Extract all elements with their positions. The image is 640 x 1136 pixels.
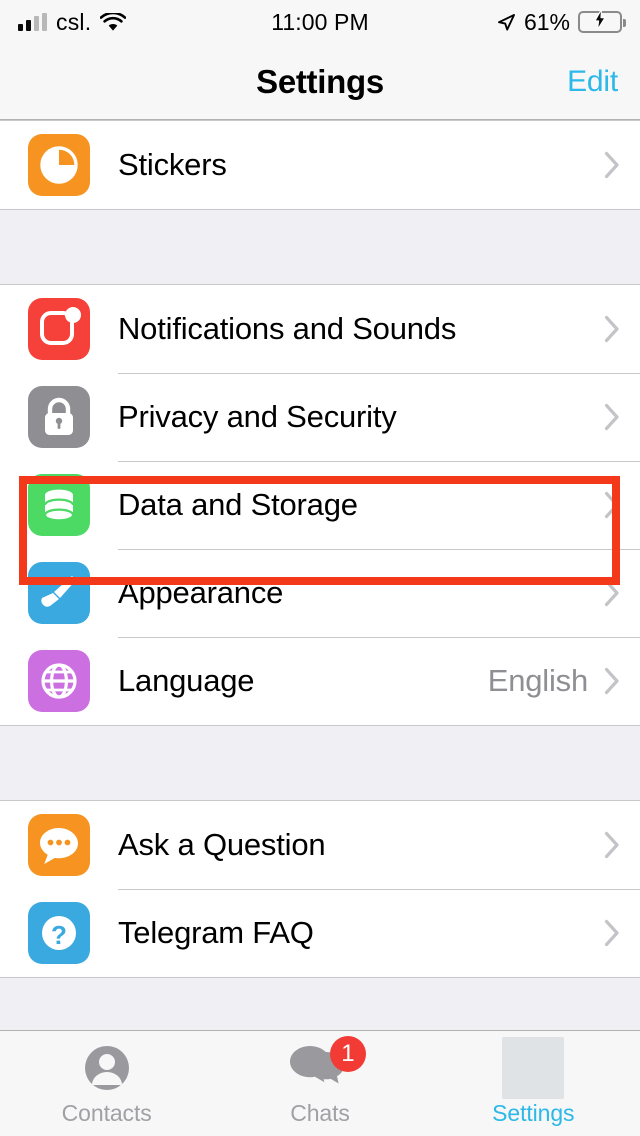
page-title: Settings	[256, 62, 384, 100]
settings-row-language[interactable]: Language English	[0, 637, 640, 725]
settings-row-label: Language	[118, 663, 255, 698]
chevron-right-icon	[604, 919, 620, 947]
tab-label: Chats	[290, 1100, 350, 1126]
location-arrow-icon	[496, 12, 516, 32]
tab-chats[interactable]: 1 Chats	[213, 1031, 426, 1136]
settings-icon-placeholder	[502, 1037, 565, 1099]
database-icon	[28, 474, 90, 536]
settings-row-value: English	[487, 663, 588, 698]
stickers-icon	[28, 134, 90, 196]
settings-row-label: Appearance	[118, 575, 284, 610]
settings-list[interactable]: Stickers Notifications and Sounds Privac…	[0, 120, 640, 1030]
chevron-right-icon	[604, 151, 620, 179]
settings-row-privacy-and-security[interactable]: Privacy and Security	[0, 373, 640, 461]
chat-bubbles-icon: 1	[289, 1036, 366, 1096]
tab-bar[interactable]: Contacts 1 Chats Settings	[0, 1030, 640, 1136]
chevron-right-icon	[604, 831, 620, 859]
lock-icon	[28, 386, 90, 448]
settings-group-preferences-section: Notifications and Sounds Privacy and Sec…	[0, 284, 640, 726]
app-screen: csl. 11:00 PM 61% Settings Edit Stickers…	[0, 0, 640, 1136]
settings-row-stickers[interactable]: Stickers	[0, 121, 640, 209]
chevron-right-icon	[604, 315, 620, 343]
globe-icon	[28, 650, 90, 712]
status-bar-right: 61%	[496, 8, 626, 36]
unread-badge: 1	[329, 1036, 366, 1072]
settings-row-notifications-and-sounds[interactable]: Notifications and Sounds	[0, 285, 640, 373]
paintbrush-icon	[28, 562, 90, 624]
settings-icon-placeholder	[502, 1037, 565, 1099]
status-bar: csl. 11:00 PM 61%	[0, 0, 640, 44]
tab-settings[interactable]: Settings	[427, 1031, 640, 1136]
chevron-right-icon	[604, 667, 620, 695]
question-mark-icon: ?	[28, 902, 90, 964]
chevron-right-icon	[604, 491, 620, 519]
settings-row-label: Ask a Question	[118, 827, 326, 862]
settings-row-telegram-faq[interactable]: ? Telegram FAQ	[0, 889, 640, 977]
chevron-right-icon	[604, 403, 620, 431]
settings-row-label: Privacy and Security	[118, 399, 397, 434]
settings-row-label: Data and Storage	[118, 487, 358, 522]
section-gap	[0, 210, 640, 284]
speech-bubble-icon	[28, 814, 90, 876]
battery-icon	[578, 8, 626, 35]
settings-row-label: Stickers	[118, 147, 227, 182]
charging-bolt-icon	[594, 8, 606, 35]
battery-percent-label: 61%	[523, 8, 570, 35]
section-gap	[0, 726, 640, 800]
settings-group-stickers-section: Stickers	[0, 120, 640, 210]
settings-group-help-section: Ask a Question ? Telegram FAQ	[0, 800, 640, 978]
settings-row-label: Notifications and Sounds	[118, 311, 457, 346]
chevron-right-icon	[604, 579, 620, 607]
svg-text:?: ?	[51, 920, 67, 950]
settings-row-ask-a-question[interactable]: Ask a Question	[0, 801, 640, 889]
edit-button[interactable]: Edit	[567, 65, 618, 99]
section-gap	[0, 978, 640, 1030]
tab-label: Settings	[492, 1100, 575, 1126]
settings-row-appearance[interactable]: Appearance	[0, 549, 640, 637]
settings-row-label: Telegram FAQ	[118, 915, 314, 950]
settings-row-data-and-storage[interactable]: Data and Storage	[0, 461, 640, 549]
navigation-bar: Settings Edit	[0, 44, 640, 120]
notifications-icon	[28, 298, 90, 360]
person-icon	[79, 1040, 135, 1096]
tab-contacts[interactable]: Contacts	[0, 1031, 213, 1136]
tab-label: Contacts	[61, 1100, 152, 1126]
